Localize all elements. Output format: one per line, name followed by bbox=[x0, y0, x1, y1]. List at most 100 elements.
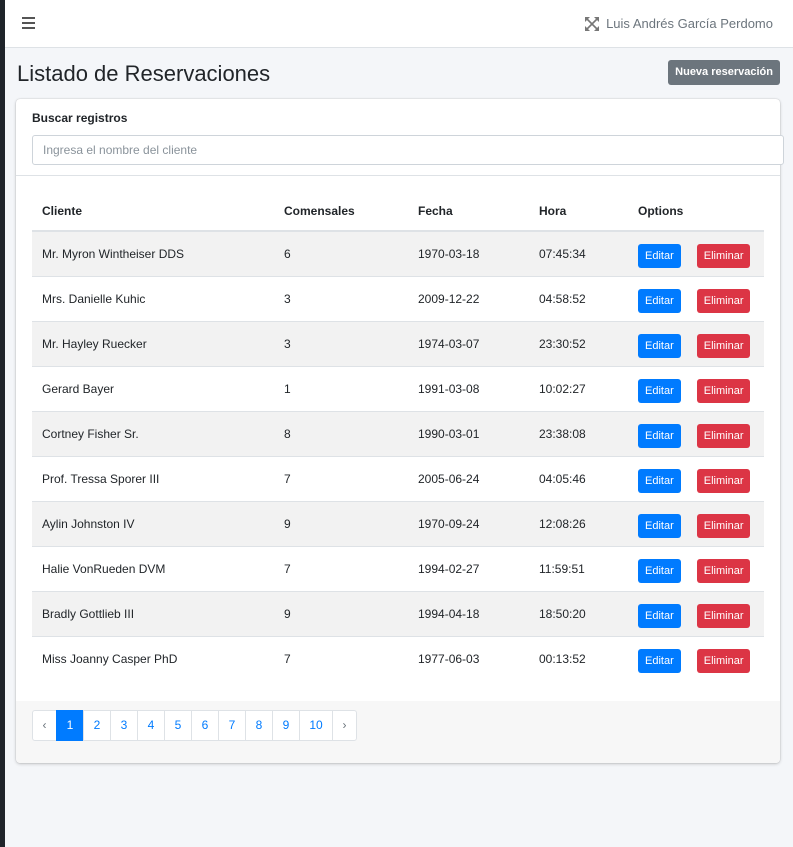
pagination: ‹ 1 2 3 4 5 6 7 8 9 10 › bbox=[32, 710, 357, 741]
expand-arrows-icon[interactable] bbox=[585, 17, 599, 31]
pagination-page-7[interactable]: 7 bbox=[218, 710, 246, 741]
edit-button[interactable]: Editar bbox=[638, 469, 681, 493]
cell-hora: 04:05:46 bbox=[529, 456, 628, 502]
search-input[interactable] bbox=[32, 135, 784, 165]
cell-fecha: 1991-03-08 bbox=[408, 366, 529, 412]
cell-hora: 00:13:52 bbox=[529, 636, 628, 681]
cell-fecha: 1974-03-07 bbox=[408, 321, 529, 367]
cell-options: Editar Eliminar bbox=[628, 456, 764, 502]
cell-comensales: 8 bbox=[274, 411, 408, 457]
edit-button[interactable]: Editar bbox=[638, 334, 681, 358]
edit-button[interactable]: Editar bbox=[638, 559, 681, 583]
cell-cliente: Mr. Hayley Ruecker bbox=[32, 321, 274, 367]
cell-comensales: 7 bbox=[274, 546, 408, 592]
table-row: Gerard Bayer 1 1991-03-08 10:02:27 Editar Eli… bbox=[32, 366, 764, 412]
delete-button[interactable]: Eliminar bbox=[696, 289, 751, 313]
table-row: Bradly Gottlieb III 9 1994-04-18 18:50:20 Ed… bbox=[32, 591, 764, 637]
table-header-row: Cliente Comensales Fecha Hora Options bbox=[32, 192, 764, 232]
delete-button[interactable]: Eliminar bbox=[696, 424, 751, 448]
edit-button[interactable]: Editar bbox=[638, 379, 681, 403]
cell-options: Editar Eliminar bbox=[628, 366, 764, 412]
card-divider bbox=[16, 175, 780, 176]
cell-options: Editar Eliminar bbox=[628, 501, 764, 547]
delete-button[interactable]: Eliminar bbox=[696, 604, 751, 628]
table-row: Mr. Myron Wintheiser DDS 6 1970-03-18 07:45… bbox=[32, 230, 764, 277]
cell-fecha: 1990-03-01 bbox=[408, 411, 529, 457]
delete-button[interactable]: Eliminar bbox=[696, 649, 751, 673]
edit-button[interactable]: Editar bbox=[638, 514, 681, 538]
cell-fecha: 1970-03-18 bbox=[408, 230, 529, 277]
cell-cliente: Mrs. Danielle Kuhic bbox=[32, 276, 274, 322]
pagination-page-9[interactable]: 9 bbox=[272, 710, 300, 741]
cell-fecha: 2005-06-24 bbox=[408, 456, 529, 502]
cell-comensales: 3 bbox=[274, 276, 408, 322]
cell-hora: 10:02:27 bbox=[529, 366, 628, 412]
reservations-table: Cliente Comensales Fecha Hora Options Mr… bbox=[32, 192, 764, 681]
cell-options: Editar Eliminar bbox=[628, 276, 764, 322]
pagination-page-10[interactable]: 10 bbox=[299, 710, 333, 741]
table-row: Halie VonRueden DVM 7 1994-02-27 11:59:51 Ed… bbox=[32, 546, 764, 592]
cell-comensales: 7 bbox=[274, 636, 408, 681]
cell-fecha: 1994-02-27 bbox=[408, 546, 529, 592]
pagination-page-4[interactable]: 4 bbox=[137, 710, 165, 741]
column-header-options: Options bbox=[628, 192, 764, 232]
hamburger-icon[interactable] bbox=[22, 17, 35, 29]
cell-comensales: 9 bbox=[274, 501, 408, 547]
table-body: Mr. Myron Wintheiser DDS 6 1970-03-18 07:45… bbox=[32, 230, 764, 681]
table-row: Mrs. Danielle Kuhic 3 2009-12-22 04:58:52 Ed… bbox=[32, 276, 764, 322]
cell-fecha: 1970-09-24 bbox=[408, 501, 529, 547]
cell-hora: 12:08:26 bbox=[529, 501, 628, 547]
app-window: Luis Andrés García Perdomo Listado de Re… bbox=[5, 0, 793, 847]
pagination-page-5[interactable]: 5 bbox=[164, 710, 192, 741]
pagination-next-button[interactable]: › bbox=[332, 710, 357, 741]
user-name-link[interactable]: Luis Andrés García Perdomo bbox=[606, 16, 773, 31]
delete-button[interactable]: Eliminar bbox=[696, 379, 751, 403]
cell-cliente: Aylin Johnston IV bbox=[32, 501, 274, 547]
pagination-page-2[interactable]: 2 bbox=[83, 710, 111, 741]
column-header-hora: Hora bbox=[529, 192, 628, 232]
cell-comensales: 1 bbox=[274, 366, 408, 412]
table-row: Cortney Fisher Sr. 8 1990-03-01 23:38:08 Edi… bbox=[32, 411, 764, 457]
cell-options: Editar Eliminar bbox=[628, 591, 764, 637]
cell-fecha: 2009-12-22 bbox=[408, 276, 529, 322]
cell-cliente: Prof. Tressa Sporer III bbox=[32, 456, 274, 502]
pagination-page-6[interactable]: 6 bbox=[191, 710, 219, 741]
cell-cliente: Miss Joanny Casper PhD bbox=[32, 636, 274, 681]
cell-hora: 18:50:20 bbox=[529, 591, 628, 637]
cell-cliente: Bradly Gottlieb III bbox=[32, 591, 274, 637]
cell-hora: 04:58:52 bbox=[529, 276, 628, 322]
table-row: Miss Joanny Casper PhD 7 1977-06-03 00:13:5… bbox=[32, 636, 764, 681]
page-title: Listado de Reservaciones bbox=[17, 61, 271, 86]
cell-hora: 23:30:52 bbox=[529, 321, 628, 367]
cell-options: Editar Eliminar bbox=[628, 636, 764, 681]
edit-button[interactable]: Editar bbox=[638, 289, 681, 313]
edit-button[interactable]: Editar bbox=[638, 424, 681, 448]
cell-hora: 07:45:34 bbox=[529, 230, 628, 277]
pagination-prev-button[interactable]: ‹ bbox=[32, 710, 57, 741]
cell-hora: 11:59:51 bbox=[529, 546, 628, 592]
cell-hora: 23:38:08 bbox=[529, 411, 628, 457]
delete-button[interactable]: Eliminar bbox=[696, 559, 751, 583]
edit-button[interactable]: Editar bbox=[638, 649, 681, 673]
new-reservation-button[interactable]: Nueva reservación bbox=[668, 60, 780, 85]
cell-comensales: 7 bbox=[274, 456, 408, 502]
pagination-page-1[interactable]: 1 bbox=[56, 710, 84, 741]
delete-button[interactable]: Eliminar bbox=[696, 469, 751, 493]
delete-button[interactable]: Eliminar bbox=[696, 514, 751, 538]
card-footer: ‹ 1 2 3 4 5 6 7 8 9 10 › bbox=[16, 701, 780, 763]
table-row: Prof. Tressa Sporer III 7 2005-06-24 04:05:… bbox=[32, 456, 764, 502]
cell-fecha: 1977-06-03 bbox=[408, 636, 529, 681]
cell-options: Editar Eliminar bbox=[628, 411, 764, 457]
edit-button[interactable]: Editar bbox=[638, 244, 681, 268]
delete-button[interactable]: Eliminar bbox=[696, 334, 751, 358]
pagination-page-8[interactable]: 8 bbox=[245, 710, 273, 741]
pagination-page-3[interactable]: 3 bbox=[110, 710, 138, 741]
cell-comensales: 9 bbox=[274, 591, 408, 637]
edit-button[interactable]: Editar bbox=[638, 604, 681, 628]
column-header-fecha: Fecha bbox=[408, 192, 529, 232]
delete-button[interactable]: Eliminar bbox=[696, 244, 751, 268]
cell-options: Editar Eliminar bbox=[628, 230, 764, 277]
reservations-card: Buscar registros Cliente Comensales Fech… bbox=[16, 99, 784, 763]
cell-cliente: Halie VonRueden DVM bbox=[32, 546, 274, 592]
table-row: Aylin Johnston IV 9 1970-09-24 12:08:26 Edit… bbox=[32, 501, 764, 547]
